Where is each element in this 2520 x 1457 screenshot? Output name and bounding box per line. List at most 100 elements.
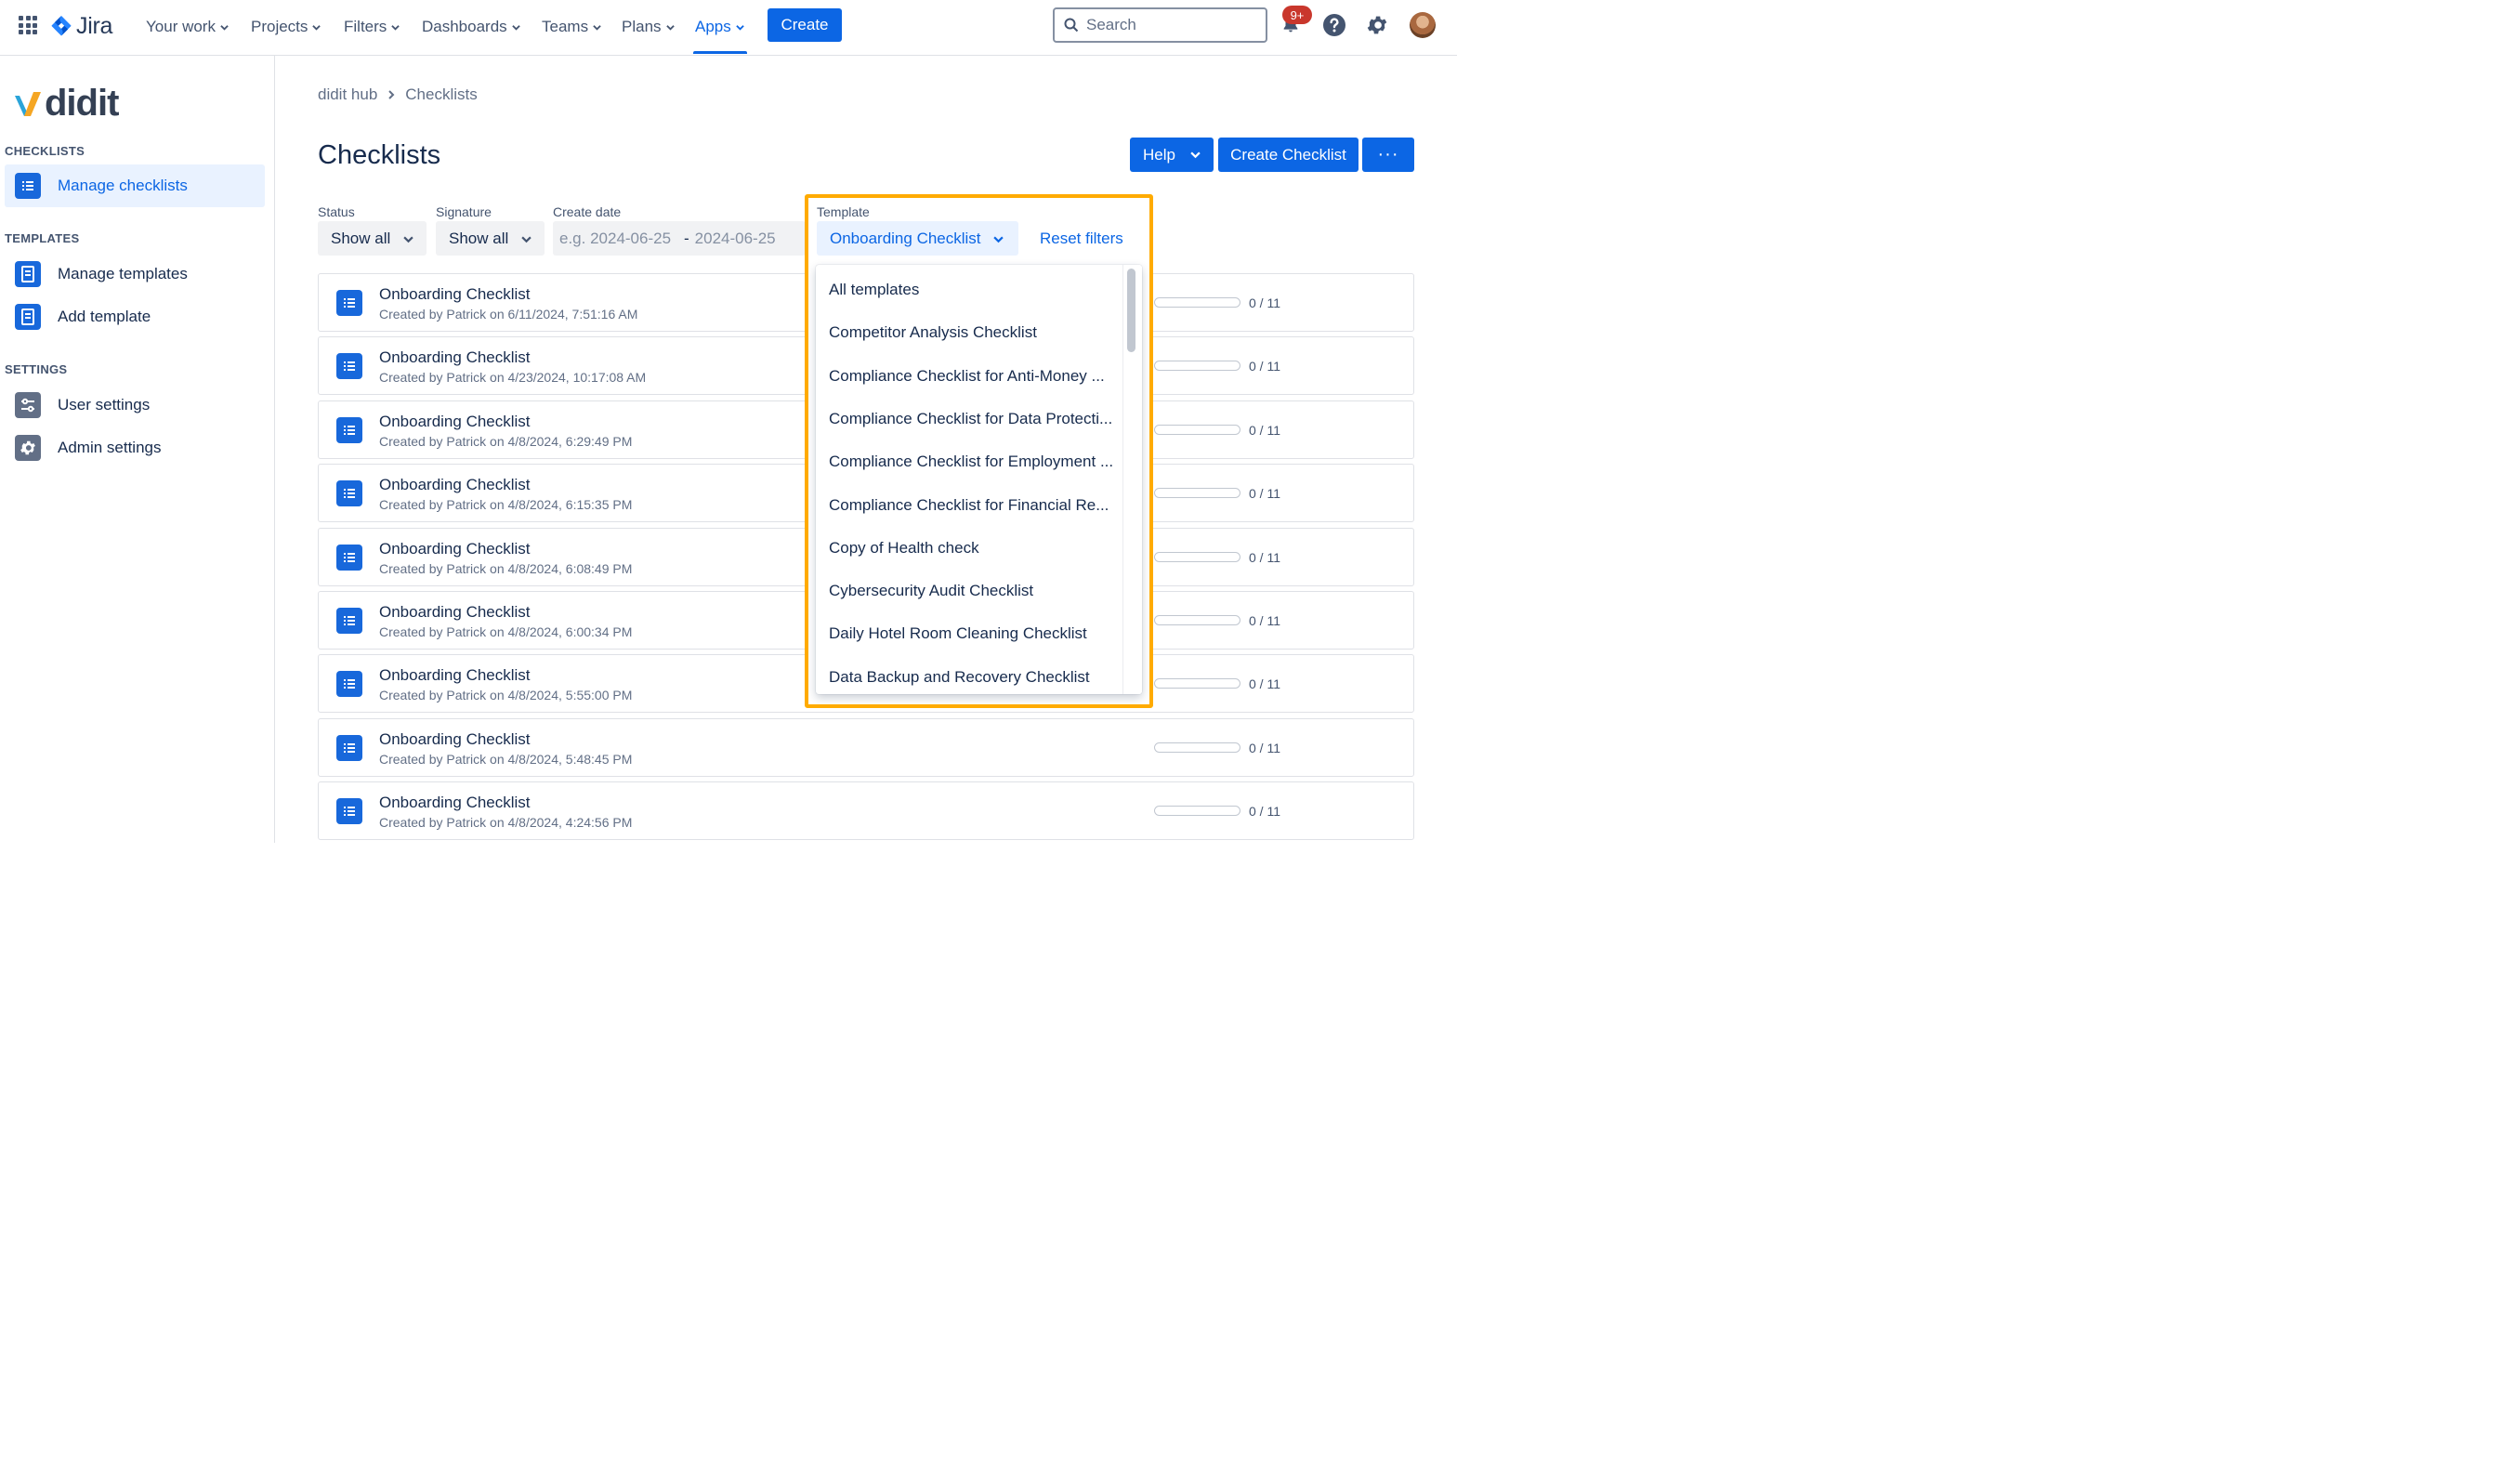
nav-projects[interactable]: Projects	[251, 0, 322, 54]
nav-apps[interactable]: Apps	[695, 0, 744, 54]
template-dropdown-menu: All templates Competitor Analysis Checkli…	[816, 265, 1142, 694]
create-checklist-button[interactable]: Create Checklist	[1218, 138, 1358, 172]
nav-dashboards[interactable]: Dashboards	[422, 0, 520, 54]
checklist-title[interactable]: Onboarding Checklist	[379, 540, 531, 558]
checklist-title[interactable]: Onboarding Checklist	[379, 794, 531, 812]
search-input[interactable]	[1086, 16, 1253, 34]
breadcrumb-item-checklists[interactable]: Checklists	[405, 85, 477, 104]
template-option[interactable]: Compliance Checklist for Anti-Money ...	[816, 355, 1122, 398]
date-to-input[interactable]	[694, 229, 797, 248]
checklist-title[interactable]: Onboarding Checklist	[379, 348, 531, 367]
template-option[interactable]: Competitor Analysis Checklist	[816, 311, 1122, 354]
progress-count: 0 / 11	[1249, 676, 1280, 692]
checklist-title[interactable]: Onboarding Checklist	[379, 603, 531, 622]
checklist-title[interactable]: Onboarding Checklist	[379, 285, 531, 304]
nav-label: Filters	[344, 18, 387, 35]
signature-filter-value: Show all	[449, 229, 509, 247]
didit-logo-icon	[15, 92, 41, 116]
template-option[interactable]: Cybersecurity Audit Checklist	[816, 570, 1122, 612]
checklist-icon	[336, 416, 362, 443]
sidebar-item-manage-templates[interactable]: Manage templates	[5, 253, 265, 295]
nav-plans[interactable]: Plans	[622, 0, 675, 54]
status-filter-value: Show all	[331, 229, 391, 247]
app-switcher-icon[interactable]	[19, 16, 37, 34]
section-heading-settings: SETTINGS	[5, 362, 68, 376]
template-option[interactable]: Compliance Checklist for Employment ...	[816, 440, 1122, 483]
sidebar-item-add-template[interactable]: Add template	[5, 295, 265, 338]
progress-bar	[1154, 361, 1240, 372]
reset-filters-link[interactable]: Reset filters	[1040, 230, 1123, 248]
create-button[interactable]: Create	[768, 8, 842, 42]
checklist-row[interactable]: Onboarding Checklist Created by Patrick o…	[318, 781, 1414, 841]
checklist-created-info: Created by Patrick on 4/8/2024, 6:29:49 …	[379, 433, 633, 449]
checklist-title[interactable]: Onboarding Checklist	[379, 666, 531, 685]
jira-logo-icon	[51, 16, 72, 36]
chevron-right-icon	[388, 90, 395, 99]
checklist-created-info: Created by Patrick on 4/8/2024, 5:55:00 …	[379, 688, 633, 703]
active-nav-indicator	[693, 51, 747, 54]
template-option[interactable]: All templates	[816, 269, 1122, 311]
date-from-input[interactable]	[559, 229, 684, 248]
template-icon	[15, 304, 41, 330]
more-actions-button[interactable]: ···	[1362, 138, 1414, 172]
nav-label: Dashboards	[422, 18, 507, 35]
sidebar: didit CHECKLISTS Manage checklists TEMPL…	[0, 56, 275, 843]
checklist-title[interactable]: Onboarding Checklist	[379, 730, 531, 749]
checklist-created-info: Created by Patrick on 4/8/2024, 6:00:34 …	[379, 624, 633, 639]
template-option[interactable]: Compliance Checklist for Financial Re...	[816, 484, 1122, 527]
template-filter-select[interactable]: Onboarding Checklist	[817, 221, 1018, 256]
help-button[interactable]	[1321, 12, 1347, 38]
checklist-row[interactable]: Onboarding Checklist Created by Patrick o…	[318, 717, 1414, 777]
search-field[interactable]	[1053, 7, 1267, 43]
checklist-icon	[336, 353, 362, 380]
settings-button[interactable]	[1364, 12, 1390, 38]
nav-filters[interactable]: Filters	[344, 0, 400, 54]
chevron-down-icon	[521, 236, 532, 243]
progress-count: 0 / 11	[1249, 613, 1280, 628]
sidebar-item-manage-checklists[interactable]: Manage checklists	[5, 164, 265, 207]
jira-logo[interactable]: Jira	[50, 13, 112, 39]
chevron-down-icon	[736, 24, 744, 31]
template-icon	[15, 261, 41, 287]
avatar[interactable]	[1410, 12, 1436, 38]
checklist-title[interactable]: Onboarding Checklist	[379, 413, 531, 431]
checklist-created-info: Created by Patrick on 4/23/2024, 10:17:0…	[379, 370, 647, 386]
template-option[interactable]: Data Backup and Recovery Checklist	[816, 656, 1122, 694]
checklist-created-info: Created by Patrick on 4/8/2024, 6:15:35 …	[379, 497, 633, 513]
dropdown-scrollbar-thumb[interactable]	[1127, 269, 1135, 352]
status-filter-select[interactable]: Show all	[318, 221, 427, 256]
progress-count: 0 / 11	[1249, 295, 1280, 310]
template-option[interactable]: Compliance Checklist for Data Protecti..…	[816, 398, 1122, 440]
checklist-created-info: Created by Patrick on 4/8/2024, 5:48:45 …	[379, 751, 633, 767]
nav-label: Projects	[251, 18, 308, 35]
signature-filter-select[interactable]: Show all	[436, 221, 545, 256]
section-heading-checklists: CHECKLISTS	[5, 144, 85, 158]
help-dropdown-button[interactable]: Help	[1130, 138, 1214, 172]
template-option[interactable]: Copy of Health check	[816, 527, 1122, 570]
checklist-created-info: Created by Patrick on 6/11/2024, 7:51:16…	[379, 307, 638, 322]
progress-count: 0 / 11	[1249, 740, 1280, 755]
breadcrumb-item-hub[interactable]: didit hub	[318, 85, 377, 104]
progress-bar	[1154, 424, 1240, 435]
checklist-icon	[336, 798, 362, 825]
progress-count: 0 / 11	[1249, 804, 1280, 820]
help-button-label: Help	[1143, 145, 1175, 164]
progress-bar	[1154, 806, 1240, 817]
sliders-icon	[15, 392, 41, 418]
chevron-down-icon	[312, 24, 322, 31]
nav-teams[interactable]: Teams	[542, 0, 601, 54]
sidebar-item-label: Manage checklists	[58, 177, 188, 194]
checklist-icon	[336, 290, 362, 316]
chevron-down-icon	[220, 24, 229, 31]
gear-icon	[15, 435, 41, 461]
checklist-title[interactable]: Onboarding Checklist	[379, 476, 531, 494]
progress-bar	[1154, 551, 1240, 562]
jira-wordmark: Jira	[76, 12, 113, 39]
sidebar-item-user-settings[interactable]: User settings	[5, 384, 265, 427]
template-option[interactable]: Daily Hotel Room Cleaning Checklist	[816, 612, 1122, 655]
sidebar-item-admin-settings[interactable]: Admin settings	[5, 427, 265, 469]
nav-your-work[interactable]: Your work	[146, 0, 229, 54]
progress-count: 0 / 11	[1249, 422, 1280, 438]
chevron-down-icon	[993, 236, 1004, 243]
date-range-separator: -	[684, 229, 689, 247]
